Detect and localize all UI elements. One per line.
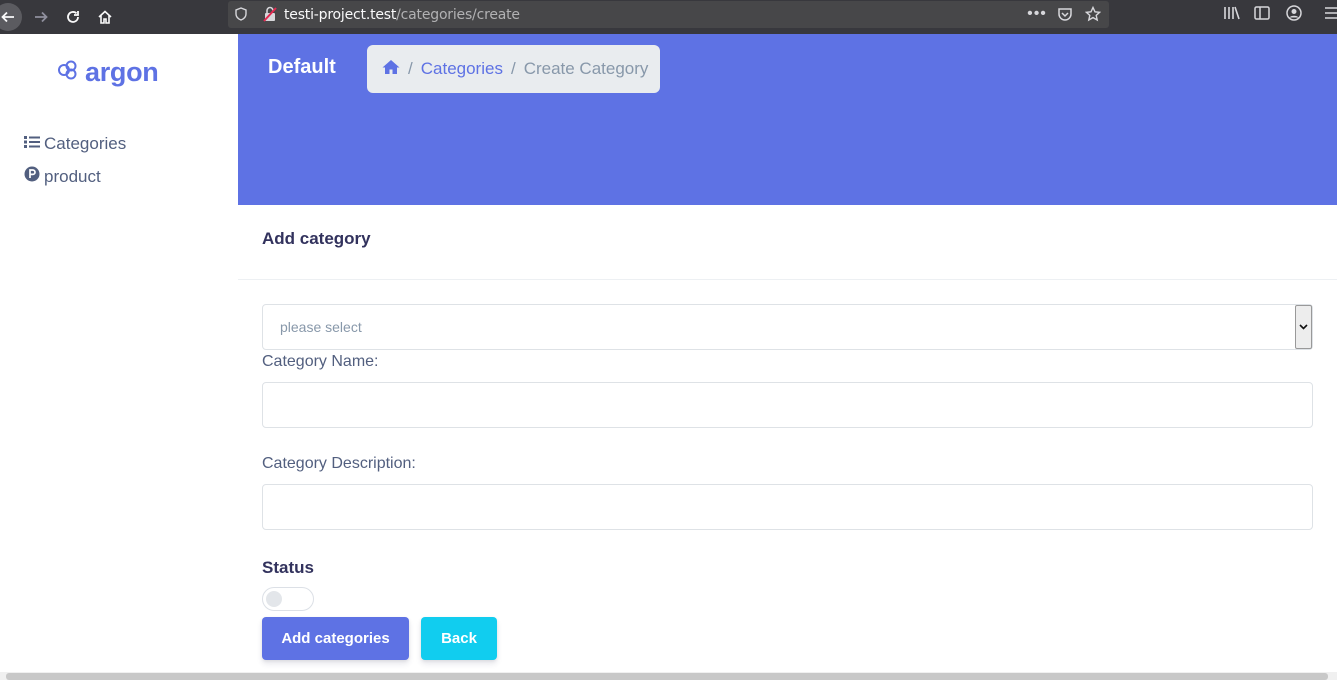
list-icon xyxy=(24,134,40,154)
select-placeholder: please select xyxy=(280,319,362,335)
breadcrumb-current: Create Category xyxy=(523,59,649,78)
scrollbar-thumb[interactable] xyxy=(6,673,1328,680)
sidebar-item-label: Categories xyxy=(44,134,127,153)
breadcrumb-separator: / xyxy=(408,59,413,78)
sidebar: argon Categories product xyxy=(0,34,238,674)
url-text: testi-project.test/categories/create xyxy=(284,7,520,23)
brand-name: argon xyxy=(85,57,159,87)
bookmark-star-icon[interactable] xyxy=(1084,5,1102,23)
card-header: Add category xyxy=(238,205,1337,280)
sidebar-icon[interactable] xyxy=(1253,5,1271,21)
p-circle-icon xyxy=(24,166,40,187)
add-category-card: Add category please select Category Name… xyxy=(238,205,1337,672)
horizontal-scrollbar[interactable] xyxy=(0,672,1337,680)
category-description-input[interactable] xyxy=(262,484,1313,530)
sidebar-item-product[interactable]: product xyxy=(24,166,101,187)
sidebar-item-categories[interactable]: Categories xyxy=(24,134,126,154)
parent-category-select[interactable]: please select xyxy=(262,304,1313,350)
reload-icon[interactable] xyxy=(60,4,86,30)
url-bar[interactable]: testi-project.test/categories/create ••• xyxy=(228,1,1109,28)
category-name-input[interactable] xyxy=(262,382,1313,428)
card-title: Add category xyxy=(262,229,371,248)
tracking-shield-icon[interactable] xyxy=(234,7,248,21)
home-icon[interactable] xyxy=(92,4,118,30)
menu-icon[interactable] xyxy=(1323,5,1337,21)
category-description-label: Category Description: xyxy=(262,455,416,472)
back-icon[interactable] xyxy=(0,3,22,31)
page-header: Default / Categories / Create Category xyxy=(238,34,1337,205)
toggle-knob xyxy=(266,591,282,607)
back-button[interactable]: Back xyxy=(421,617,497,660)
insecure-lock-icon[interactable] xyxy=(262,6,278,22)
breadcrumb-link-categories[interactable]: Categories xyxy=(421,59,503,79)
more-icon[interactable]: ••• xyxy=(1027,5,1047,22)
browser-toolbar: testi-project.test/categories/create ••• xyxy=(0,0,1337,34)
add-categories-button[interactable]: Add categories xyxy=(262,617,409,660)
argon-logo-icon xyxy=(57,59,79,86)
library-icon[interactable] xyxy=(1222,5,1242,21)
status-toggle[interactable] xyxy=(262,587,314,611)
home-icon[interactable] xyxy=(382,59,400,80)
account-icon[interactable] xyxy=(1285,5,1303,21)
status-label: Status xyxy=(262,558,314,577)
page-title: Default xyxy=(268,56,336,78)
chevron-down-icon[interactable] xyxy=(1295,305,1312,349)
brand-logo[interactable]: argon xyxy=(57,57,159,88)
forward-icon[interactable] xyxy=(28,4,54,30)
sidebar-item-label: product xyxy=(44,166,101,186)
breadcrumb-separator: / xyxy=(510,59,516,78)
category-name-label: Category Name: xyxy=(262,353,379,370)
pocket-icon[interactable] xyxy=(1057,6,1073,22)
breadcrumb: / Categories / Create Category xyxy=(367,45,660,93)
